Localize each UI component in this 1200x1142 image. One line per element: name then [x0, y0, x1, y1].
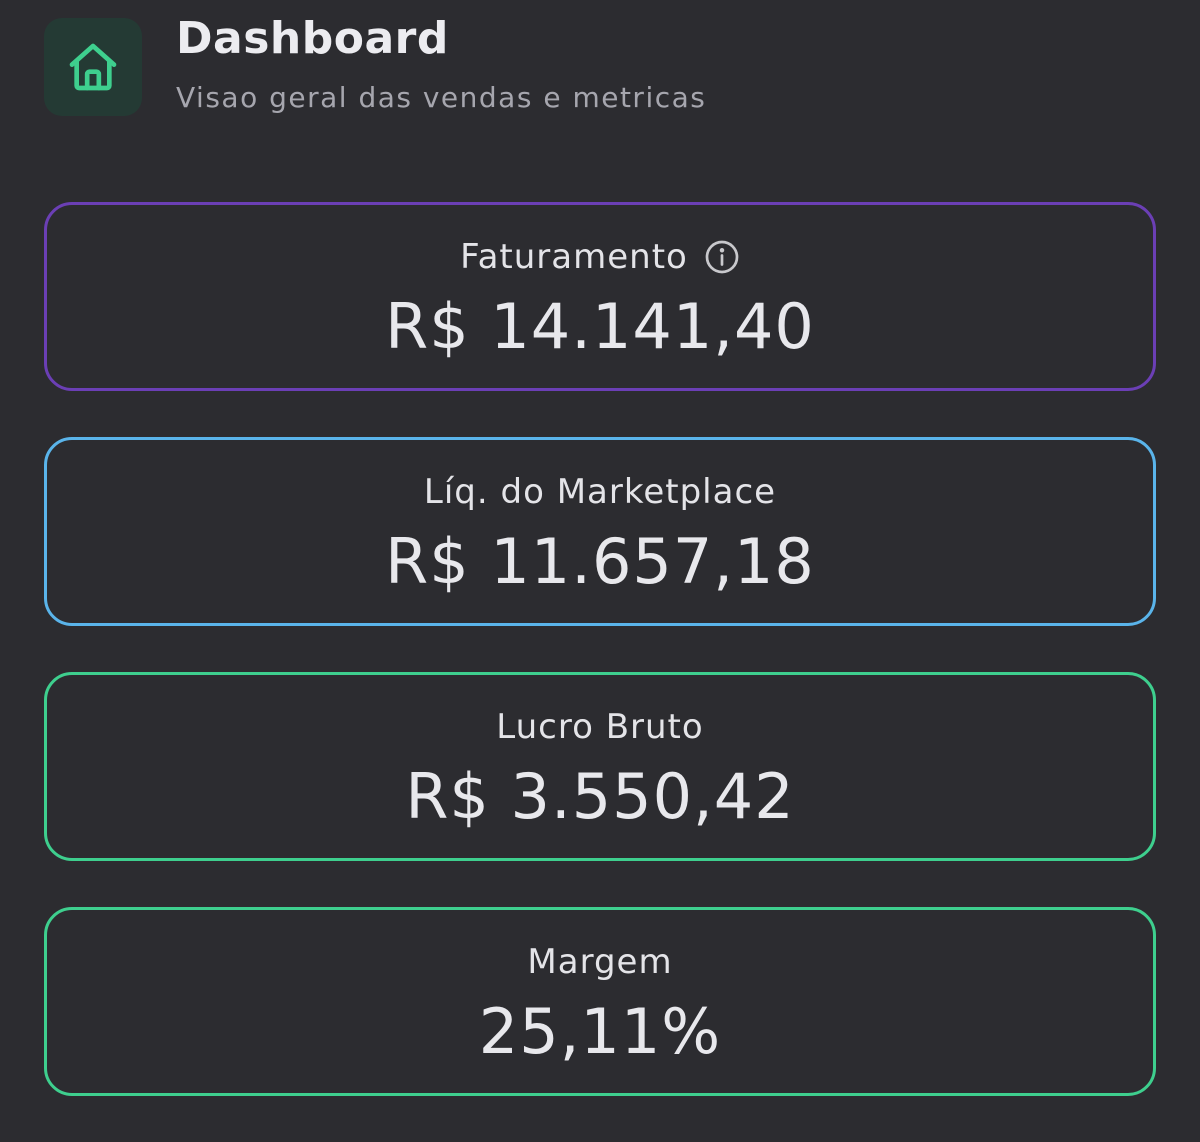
card-value: 25,11% — [478, 995, 722, 1068]
card-label: Margem — [527, 942, 673, 982]
card-lucro-bruto: Lucro Bruto R$ 3.550,42 — [44, 672, 1156, 861]
card-label-row: Margem — [527, 940, 672, 984]
card-label: Lucro Bruto — [496, 707, 704, 747]
home-icon[interactable] — [44, 18, 142, 116]
header-titles: Dashboard Visao geral das vendas e metri… — [176, 16, 706, 114]
card-value: R$ 14.141,40 — [385, 290, 815, 363]
card-value: R$ 3.550,42 — [405, 760, 795, 833]
card-label-row: Líq. do Marketplace — [424, 470, 776, 514]
metric-cards: Faturamento R$ 14.141,40 Líq. do Marketp… — [44, 202, 1156, 1142]
page-title: Dashboard — [176, 13, 449, 64]
card-faturamento: Faturamento R$ 14.141,40 — [44, 202, 1156, 391]
card-margem: Margem 25,11% — [44, 907, 1156, 1096]
page-header: Dashboard Visao geral das vendas e metri… — [44, 16, 706, 116]
card-label: Líq. do Marketplace — [423, 472, 777, 512]
info-icon[interactable] — [704, 239, 740, 275]
card-liquido-marketplace: Líq. do Marketplace R$ 11.657,18 — [44, 437, 1156, 626]
card-label-row: Lucro Bruto — [496, 705, 703, 749]
card-label: Faturamento — [460, 237, 688, 277]
card-value: R$ 11.657,18 — [385, 525, 815, 598]
card-label-row: Faturamento — [460, 235, 740, 279]
page-subtitle: Visao geral das vendas e metricas — [176, 81, 707, 114]
